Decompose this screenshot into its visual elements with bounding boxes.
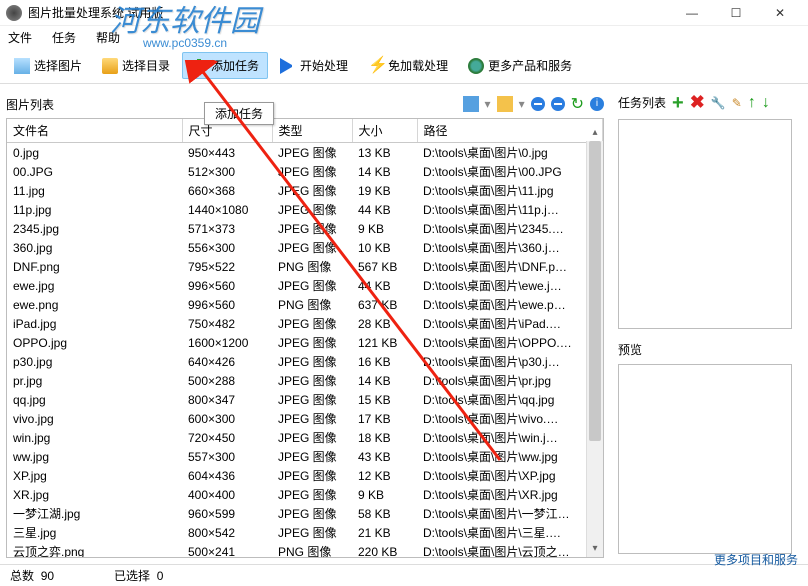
toolbar: 选择图片 选择目录 添加任务 开始处理 ⚡免加载处理 更多产品和服务 <box>0 48 808 84</box>
remove-icon[interactable] <box>531 97 545 111</box>
refresh-icon[interactable]: ↻ <box>571 94 584 114</box>
scroll-down-icon[interactable]: ▾ <box>587 540 603 557</box>
table-row[interactable]: 一梦江湖.jpg960×599JPEG 图像58 KBD:\tools\桌面\图… <box>7 504 603 523</box>
preview-label: 预览 <box>618 341 642 358</box>
titlebar: 图片批量处理系统 试用版 — ☐ ✕ <box>0 0 808 26</box>
more-products-button[interactable]: 更多产品和服务 <box>460 53 580 78</box>
footer-link[interactable]: 更多项目和服务 <box>714 551 798 568</box>
task-down-icon[interactable]: ↓ <box>762 94 770 112</box>
plus-icon <box>191 58 207 74</box>
table-row[interactable]: 云顶之弈.png500×241PNG 图像220 KBD:\tools\桌面\图… <box>7 542 603 558</box>
preview-panel <box>618 364 792 554</box>
task-add-icon[interactable]: + <box>672 96 684 110</box>
dropdown-icon-2[interactable]: ▾ <box>519 97 525 111</box>
col-path[interactable]: 路径 <box>417 119 603 143</box>
table-row[interactable]: 三星.jpg800×542JPEG 图像21 KBD:\tools\桌面\图片\… <box>7 523 603 542</box>
select-folder-button[interactable]: 选择目录 <box>94 53 178 78</box>
task-list-label: 任务列表 <box>618 94 666 111</box>
selected-count: 已选择 0 <box>114 567 163 584</box>
image-icon <box>14 58 30 74</box>
table-row[interactable]: XR.jpg400×400JPEG 图像9 KBD:\tools\桌面\图片\X… <box>7 485 603 504</box>
minimize-button[interactable]: — <box>670 1 714 25</box>
table-row[interactable]: vivo.jpg600×300JPEG 图像17 KBD:\tools\桌面\图… <box>7 409 603 428</box>
scroll-thumb[interactable] <box>589 141 601 441</box>
table-row[interactable]: qq.jpg800×347JPEG 图像15 KBD:\tools\桌面\图片\… <box>7 390 603 409</box>
task-clear-icon[interactable]: ✎ <box>732 96 742 110</box>
table-row[interactable]: XP.jpg604×436JPEG 图像12 KBD:\tools\桌面\图片\… <box>7 466 603 485</box>
col-type[interactable]: 类型 <box>272 119 352 143</box>
task-up-icon[interactable]: ↑ <box>748 94 756 112</box>
app-icon <box>6 5 22 21</box>
table-row[interactable]: 11.jpg660×368JPEG 图像19 KBD:\tools\桌面\图片\… <box>7 181 603 200</box>
folder-icon <box>102 58 118 74</box>
task-delete-icon[interactable]: ✖ <box>690 92 705 113</box>
table-row[interactable]: 0.jpg950×443JPEG 图像13 KBD:\tools\桌面\图片\0… <box>7 143 603 163</box>
table-row[interactable]: p30.jpg640×426JPEG 图像16 KBD:\tools\桌面\图片… <box>7 352 603 371</box>
task-config-icon[interactable]: 🔧 <box>711 96 726 110</box>
image-table[interactable]: 文件名 尺寸 类型 大小 路径 0.jpg950×443JPEG 图像13 KB… <box>6 118 604 558</box>
menu-file[interactable]: 文件 <box>8 29 32 46</box>
globe-icon <box>468 58 484 74</box>
table-row[interactable]: iPad.jpg750×482JPEG 图像28 KBD:\tools\桌面\图… <box>7 314 603 333</box>
table-row[interactable]: 360.jpg556×300JPEG 图像10 KBD:\tools\桌面\图片… <box>7 238 603 257</box>
menu-task[interactable]: 任务 <box>52 29 76 46</box>
dropdown-icon[interactable]: ▾ <box>485 97 491 111</box>
col-size[interactable]: 大小 <box>352 119 417 143</box>
image-list-label: 图片列表 <box>6 96 54 113</box>
table-row[interactable]: 11p.jpg1440×1080JPEG 图像44 KBD:\tools\桌面\… <box>7 200 603 219</box>
start-process-button[interactable]: 开始处理 <box>272 53 356 78</box>
scroll-up-icon[interactable]: ▴ <box>587 124 603 141</box>
pic-icon[interactable] <box>463 96 479 112</box>
table-row[interactable]: ewe.jpg996×560JPEG 图像44 KBD:\tools\桌面\图片… <box>7 276 603 295</box>
table-row[interactable]: win.jpg720×450JPEG 图像18 KBD:\tools\桌面\图片… <box>7 428 603 447</box>
total-count: 总数 90 <box>10 567 54 584</box>
info-icon[interactable]: i <box>590 97 604 111</box>
table-row[interactable]: DNF.png795×522PNG 图像567 KBD:\tools\桌面\图片… <box>7 257 603 276</box>
table-row[interactable]: ww.jpg557×300JPEG 图像43 KBD:\tools\桌面\图片\… <box>7 447 603 466</box>
no-load-process-button[interactable]: ⚡免加载处理 <box>360 53 456 78</box>
window-title: 图片批量处理系统 试用版 <box>28 4 670 21</box>
list-toolbar: ▾ ▾ ↻ i <box>463 94 604 114</box>
table-row[interactable]: OPPO.jpg1600×1200JPEG 图像121 KBD:\tools\桌… <box>7 333 603 352</box>
add-task-button[interactable]: 添加任务 <box>182 52 268 79</box>
remove-all-icon[interactable] <box>551 97 565 111</box>
task-list-panel[interactable] <box>618 119 792 329</box>
select-image-button[interactable]: 选择图片 <box>6 53 90 78</box>
play-icon <box>280 58 296 74</box>
statusbar: 总数 90 已选择 0 <box>0 564 808 586</box>
folder-mini-icon[interactable] <box>497 96 513 112</box>
vertical-scrollbar[interactable]: ▴ ▾ <box>586 141 603 557</box>
menu-help[interactable]: 帮助 <box>96 29 120 46</box>
table-row[interactable]: 00.JPG512×300JPEG 图像14 KBD:\tools\桌面\图片\… <box>7 162 603 181</box>
maximize-button[interactable]: ☐ <box>714 1 758 25</box>
table-row[interactable]: pr.jpg500×288JPEG 图像14 KBD:\tools\桌面\图片\… <box>7 371 603 390</box>
table-row[interactable]: 2345.jpg571×373JPEG 图像9 KBD:\tools\桌面\图片… <box>7 219 603 238</box>
tooltip: 添加任务 <box>204 102 274 125</box>
close-button[interactable]: ✕ <box>758 1 802 25</box>
col-filename[interactable]: 文件名 <box>7 119 182 143</box>
table-row[interactable]: ewe.png996×560PNG 图像637 KBD:\tools\桌面\图片… <box>7 295 603 314</box>
bolt-icon: ⚡ <box>368 58 384 74</box>
menubar: 文件 任务 帮助 <box>0 26 808 48</box>
